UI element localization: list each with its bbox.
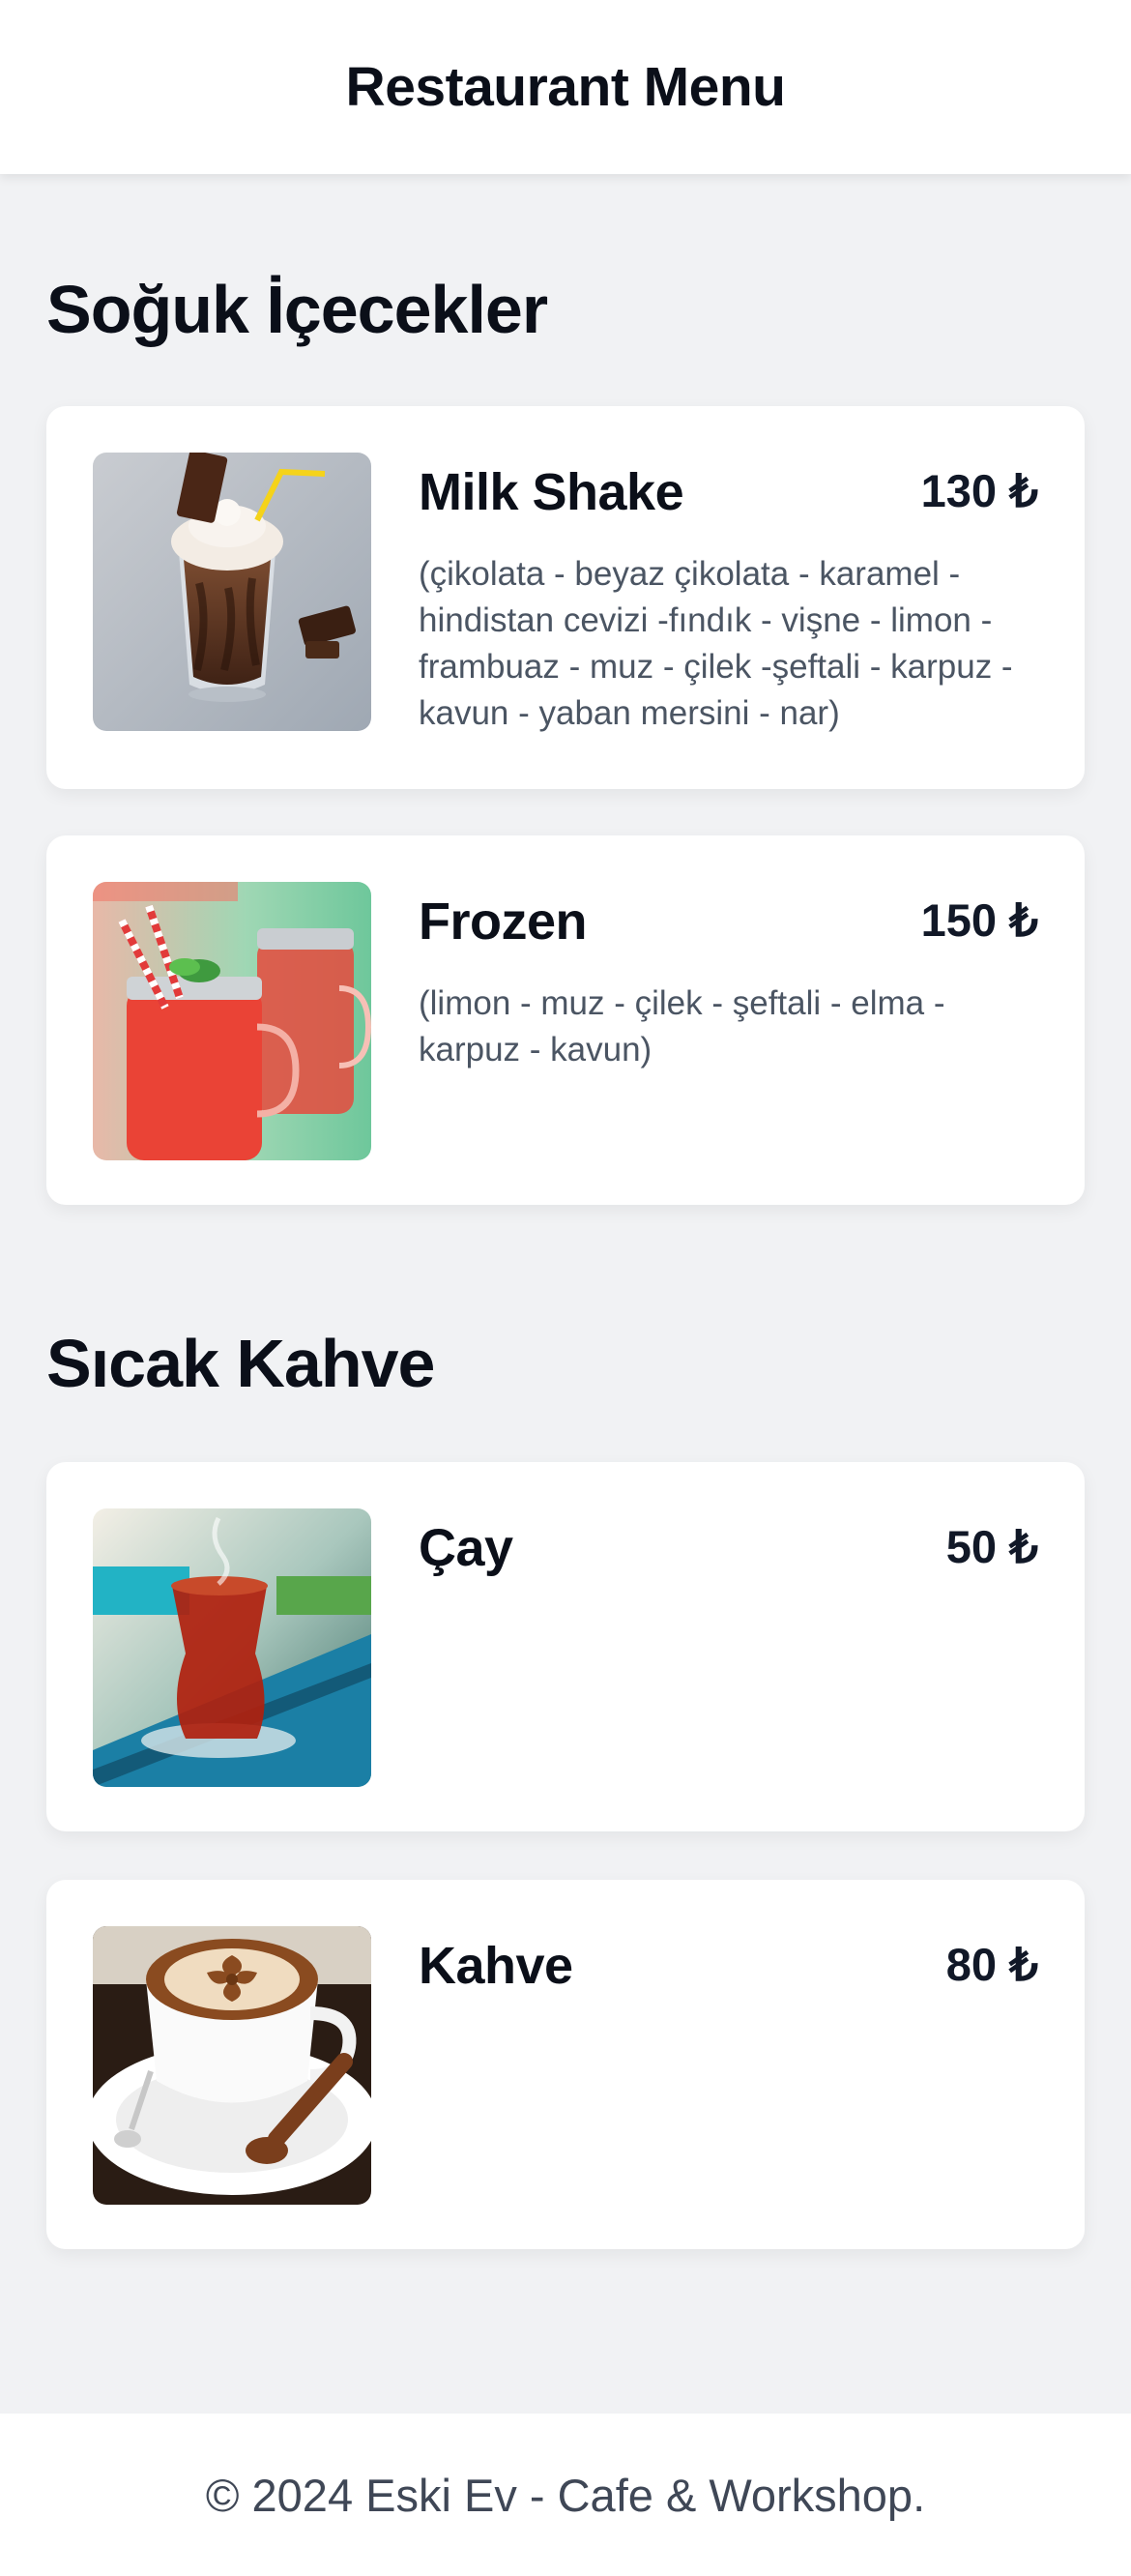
menu-item-card[interactable]: Frozen 150 ₺ (limon - muz - çilek - şeft…	[46, 835, 1085, 1205]
page-title: Restaurant Menu	[345, 56, 786, 118]
tea-glass-image	[93, 1508, 371, 1787]
menu-item-card[interactable]: Çay 50 ₺	[46, 1462, 1085, 1831]
item-price: 80 ₺	[945, 1939, 1038, 1990]
menu-item-card[interactable]: Kahve 80 ₺	[46, 1880, 1085, 2249]
item-name: Milk Shake	[419, 463, 684, 521]
app-header: Restaurant Menu	[0, 0, 1131, 174]
item-name: Kahve	[419, 1937, 573, 1995]
section-title-cold-drinks: Soğuk İçecekler	[46, 272, 548, 347]
latte-cup-image	[93, 1926, 371, 2205]
item-name: Çay	[419, 1519, 513, 1577]
item-name: Frozen	[419, 893, 588, 951]
item-price: 130 ₺	[920, 465, 1038, 516]
footer-copyright: © 2024 Eski Ev - Cafe & Workshop.	[205, 2469, 926, 2521]
section-title-hot-coffee: Sıcak Kahve	[46, 1326, 435, 1401]
item-description: (çikolata - beyaz çikolata - karamel - h…	[419, 555, 1013, 732]
menu-item-card[interactable]: Milk Shake 130 ₺ (çikolata - beyaz çikol…	[46, 406, 1085, 789]
milkshake-image	[93, 453, 371, 731]
item-price: 150 ₺	[920, 894, 1038, 946]
page-footer: © 2024 Eski Ev - Cafe & Workshop.	[0, 2414, 1131, 2576]
item-price: 50 ₺	[945, 1521, 1038, 1572]
item-description: (limon - muz - çilek - şeftali - elma - …	[419, 984, 945, 1068]
frozen-drink-image	[93, 882, 371, 1160]
